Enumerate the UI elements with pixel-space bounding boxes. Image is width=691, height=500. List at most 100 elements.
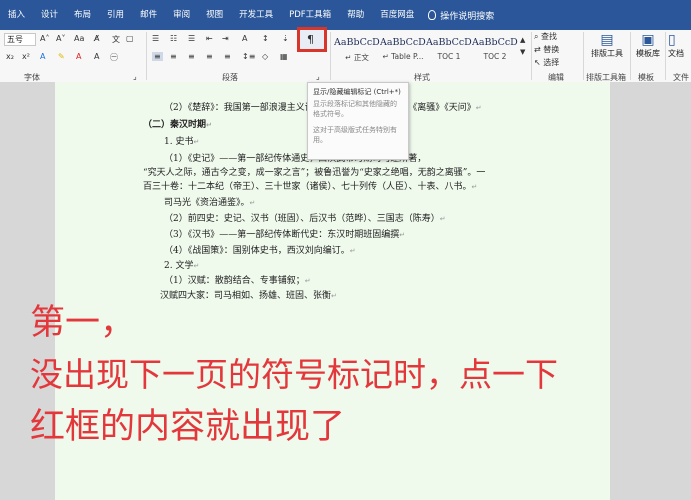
numbering-icon[interactable]: ☷ [170,34,177,43]
find-button[interactable]: ⌕ 查找 [534,31,557,42]
char-border-icon[interactable]: ▢ [126,34,134,43]
search-icon: ⌕ [534,32,542,41]
style-name: ↵ 正文 [345,53,369,62]
paragraph-dialog-launcher-icon[interactable]: ⌟ [316,72,320,81]
align-center-icon[interactable]: ≡ [170,52,177,61]
tell-me-label: 操作说明搜索 [440,11,495,22]
styles-scroll-down-icon[interactable]: ▼ [520,48,525,56]
tooltip-note: 这对于高级版式任务特别有用。 [313,126,397,144]
layout-tool-icon: ▤ [600,32,614,48]
style-normal[interactable]: AaBbCcDc ↵ 正文 [334,34,380,68]
justify-icon[interactable]: ≡ [206,52,213,61]
select-button[interactable]: ↖ 选择 [534,57,559,68]
chinese-layout-icon[interactable]: A [242,34,247,43]
style-preview: AaBbCcDd [426,37,472,48]
multilevel-list-icon[interactable]: ☰ [188,34,195,43]
tooltip-body: 显示段落标记和其他隐藏的格式符号。 [313,100,397,118]
style-table-paragraph[interactable]: AaBbCcDc ↵ Table P... [380,34,426,68]
clear-format-icon[interactable]: A̸ [94,34,99,43]
font-size-select[interactable]: 五号 [4,33,36,46]
replace-button[interactable]: ⇄ 替换 [534,44,559,55]
doc-line: 2. 文学↵ [164,261,200,271]
menu-layout[interactable]: 布局 [66,0,99,30]
style-preview: AaBbCcDd [472,37,518,48]
ribbon-separator [665,32,666,80]
menu-pdf-toolbox[interactable]: PDF工具箱 [281,0,339,30]
style-toc1[interactable]: AaBbCcDd TOC 1 [426,34,472,68]
style-name: ↵ Table P... [382,52,424,61]
style-preview: AaBbCcDc [334,37,380,48]
template-library-button[interactable]: ▣ 模板库 [633,32,663,59]
cursor-icon: ↖ [534,58,544,67]
doc-line: （4）《战国策》：国别体史书，西汉刘向编订。↵ [164,246,356,256]
borders-icon[interactable]: ▦ [280,52,288,61]
subscript-icon[interactable]: x₂ [6,52,14,61]
tooltip-title: 显示/隐藏编辑标记 (Ctrl+*) [313,88,401,96]
menu-design[interactable]: 设计 [33,0,66,30]
menu-help[interactable]: 帮助 [339,0,372,30]
doc-line: “究天人之际，通古今之变，成一家之言”；被鲁迅誉为“史家之绝唱，无韵之离骚”。一 [143,168,486,178]
superscript-icon[interactable]: x² [22,52,30,61]
increase-indent-icon[interactable]: ⇥ [222,34,229,43]
doc-line: （二）秦汉时期↵ [143,120,212,130]
annotation-line-3: 红框的内容就出现了 [30,407,346,447]
shrink-font-icon[interactable]: A˅ [56,34,65,43]
layout-tool-button[interactable]: ▤ 排版工具 [588,32,626,59]
menu-insert[interactable]: 插入 [0,0,33,30]
phonetic-guide-icon[interactable]: 文 [112,34,120,45]
menu-view[interactable]: 视图 [198,0,231,30]
highlight-icon[interactable]: ✎ [58,52,65,61]
annotation-line-2: 没出现下一页的符号标记时，点一下 [30,355,558,394]
doc-line: （1）汉赋：散韵结合、专事铺叙；↵ [164,276,311,286]
text-effects-icon[interactable]: A [40,52,45,61]
pilcrow-icon: ¶ [307,33,314,46]
menu-review[interactable]: 审阅 [165,0,198,30]
template-icon: ▣ [641,32,655,48]
ribbon-separator [583,32,584,80]
show-hide-tooltip: 显示/隐藏编辑标记 (Ctrl+*) 显示段落标记和其他隐藏的格式符号。 这对于… [307,82,409,160]
doc-line: 汉赋四大家：司马相如、扬雄、班固、张衡↵ [160,291,337,301]
align-left-icon[interactable]: ≡ [152,52,163,61]
menu-mailings[interactable]: 邮件 [132,0,165,30]
align-right-icon[interactable]: ≡ [188,52,195,61]
char-shading-icon[interactable]: A [94,52,99,61]
ribbon: 五号 A˄ A˅ Aa A̸ 文 ▢ x₂ x² A ✎ A A ㊀ 字体 ⌟ … [0,30,691,83]
enclose-char-icon[interactable]: ㊀ [110,52,118,63]
styles-scroll-up-icon[interactable]: ▲ [520,36,525,44]
doc-line: （2）前四史：史记、汉书（班固）、后汉书（范晔）、三国志（陈寿）↵ [164,214,446,224]
font-color-icon[interactable]: A [76,52,81,61]
tell-me-search[interactable]: 操作说明搜索 [422,9,494,22]
font-dialog-launcher-icon[interactable]: ⌟ [133,72,137,81]
style-toc2[interactable]: AaBbCcDd TOC 2 [472,34,518,68]
change-case-icon[interactable]: Aa [74,34,84,43]
style-preview: AaBbCcDc [380,37,426,48]
shading-icon[interactable]: ◇ [262,52,268,61]
menu-developer[interactable]: 开发工具 [231,0,281,30]
asian-layout-icon[interactable]: ⇣ [282,34,289,43]
ribbon-separator [531,32,532,80]
distributed-icon[interactable]: ≡ [224,52,231,61]
doc-line: （3）《汉书》——第一部纪传体断代史：东汉时期班固编撰↵ [164,230,406,240]
menu-baidu-netdisk[interactable]: 百度网盘 [372,0,422,30]
style-name: TOC 1 [437,52,461,61]
bullets-icon[interactable]: ☰ [152,34,159,43]
doc-line: 司马光《资治通鉴》。↵ [164,198,256,208]
menu-references[interactable]: 引用 [99,0,132,30]
grow-font-icon[interactable]: A˄ [40,34,49,43]
ribbon-separator [630,32,631,80]
ribbon-separator [146,32,147,80]
annotation-line-1: 第一， [30,303,136,343]
doc-line: 百三十卷：十二本纪（帝王）、三十世家（诸侯）、七十列传（人臣）、十表、八书。↵ [143,182,478,192]
line-spacing-icon[interactable]: ↕≡ [242,52,255,61]
document-button[interactable]: ▯ 文档 [668,32,691,59]
doc-line: 1. 史书↵ [164,137,200,147]
document-icon: ▯ [668,32,676,48]
replace-icon: ⇄ [534,45,544,54]
style-name: TOC 2 [483,52,507,61]
menu-bar: 插入 设计 布局 引用 邮件 审阅 视图 开发工具 PDF工具箱 帮助 百度网盘… [0,0,691,30]
decrease-indent-icon[interactable]: ⇤ [206,34,213,43]
sort-icon[interactable]: ↕ [262,34,269,43]
show-hide-marks-button[interactable]: ¶ [297,27,327,52]
ribbon-separator [330,32,331,80]
lightbulb-icon [428,10,437,20]
